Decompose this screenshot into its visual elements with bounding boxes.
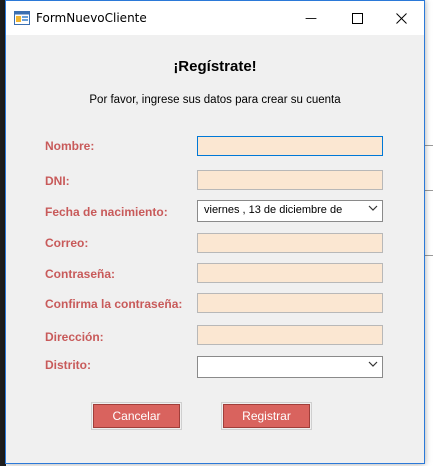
background-divider [425, 145, 433, 146]
confirma-contrasena-label: Confirma la contraseña: [45, 297, 183, 311]
correo-label: Correo: [45, 236, 89, 250]
correo-input[interactable] [197, 233, 383, 253]
distrito-dropdown[interactable] [197, 356, 383, 378]
form-heading: ¡Regístrate! [173, 58, 257, 75]
contrasena-label: Contraseña: [45, 267, 116, 281]
window-title: FormNuevoCliente [36, 11, 147, 25]
background-divider [425, 190, 433, 191]
background-app-right [425, 0, 433, 466]
cancel-button[interactable]: Cancelar [91, 402, 182, 430]
background-divider [425, 255, 433, 256]
chevron-down-icon [368, 203, 378, 216]
direccion-input[interactable] [197, 325, 383, 345]
title-bar[interactable]: FormNuevoCliente — [6, 1, 424, 35]
form-subheading: Por favor, ingrese sus datos para crear … [89, 94, 341, 106]
app-form-icon [14, 11, 30, 25]
fecha-nacimiento-datepicker[interactable]: viernes , 13 de diciembre de [197, 200, 383, 222]
register-button[interactable]: Registrar [221, 402, 312, 430]
maximize-button[interactable] [334, 1, 380, 35]
fecha-nacimiento-value: viernes , 13 de diciembre de [204, 204, 343, 216]
fecha-nacimiento-label: Fecha de nacimiento: [45, 205, 168, 219]
maximize-icon [351, 12, 363, 24]
direccion-label: Dirección: [45, 330, 104, 344]
confirma-contrasena-input[interactable] [197, 293, 383, 313]
distrito-label: Distrito: [45, 358, 91, 372]
form-window: FormNuevoCliente — ¡Regístrate! Por favo… [5, 0, 425, 464]
close-button[interactable] [378, 1, 424, 35]
nombre-label: Nombre: [45, 139, 95, 153]
nombre-input[interactable] [197, 136, 383, 156]
minimize-button[interactable]: — [288, 1, 334, 35]
chevron-down-icon [368, 359, 378, 372]
minimize-icon: — [305, 11, 317, 25]
close-icon [395, 12, 407, 24]
dni-label: DNI: [45, 174, 70, 188]
dni-input[interactable] [197, 170, 383, 190]
contrasena-input[interactable] [197, 263, 383, 283]
